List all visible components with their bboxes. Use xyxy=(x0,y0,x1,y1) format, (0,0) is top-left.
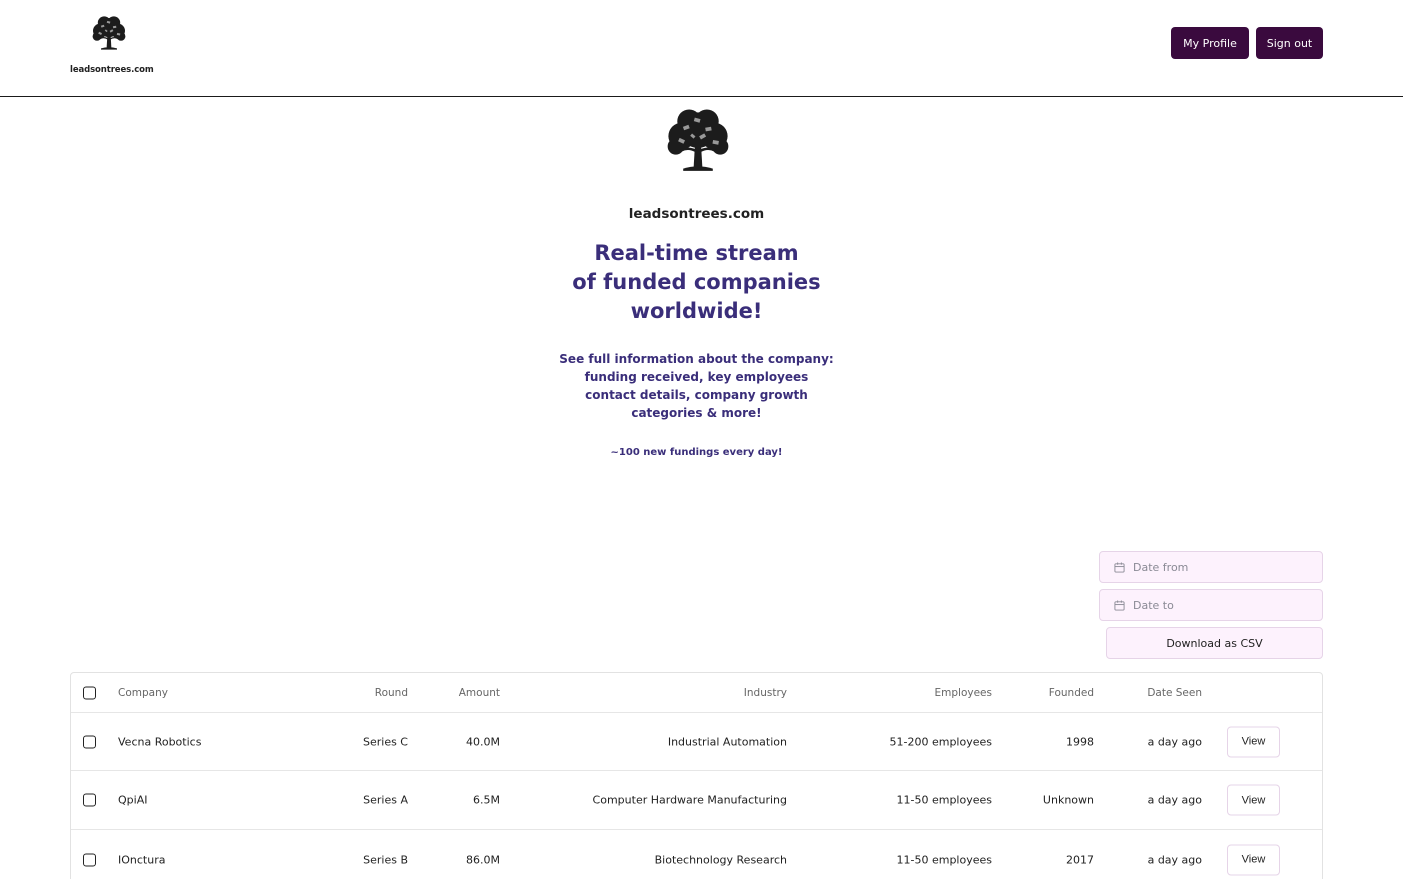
view-button[interactable]: View xyxy=(1227,784,1280,816)
table-row: IOnctura Series B 86.0M Biotechnology Re… xyxy=(71,830,1322,879)
fundings-per-day-note: ~100 new fundings every day! xyxy=(610,447,783,458)
amount-cell: 6.5M xyxy=(473,793,500,807)
my-profile-button[interactable]: My Profile xyxy=(1171,27,1249,59)
column-header-industry[interactable]: Industry xyxy=(744,687,787,699)
company-cell: Vecna Robotics xyxy=(118,735,202,748)
select-all-checkbox[interactable] xyxy=(83,686,96,699)
view-button[interactable]: View xyxy=(1227,844,1280,875)
round-cell: Series C xyxy=(362,735,408,748)
hero-title-line: of funded companies xyxy=(572,270,821,294)
date-from-input[interactable]: Date from xyxy=(1099,551,1323,583)
hero-subtitle-line: funding received, key employees xyxy=(584,370,809,384)
hero-subtitle-line: See full information about the company: xyxy=(559,352,834,366)
top-navbar: leadsontrees.com My Profile Sign out xyxy=(0,0,1403,97)
employees-cell: 11-50 employees xyxy=(896,853,993,866)
row-checkbox[interactable] xyxy=(83,853,96,866)
date-from-placeholder: Date from xyxy=(1133,560,1189,574)
company-cell: IOnctura xyxy=(118,853,166,866)
amount-cell: 86.0M xyxy=(466,853,500,866)
brand-name: leadsontrees.com xyxy=(70,65,154,75)
employees-cell: 51-200 employees xyxy=(889,735,993,748)
column-header-founded[interactable]: Founded xyxy=(1049,687,1094,699)
hero-title-line: worldwide! xyxy=(630,299,763,323)
sign-out-button[interactable]: Sign out xyxy=(1256,27,1323,59)
hero-title-line: Real-time stream xyxy=(594,241,799,265)
round-cell: Series A xyxy=(363,793,408,807)
view-button[interactable]: View xyxy=(1227,726,1280,757)
founded-cell: 1998 xyxy=(1066,735,1094,748)
industry-cell: Industrial Automation xyxy=(667,735,787,748)
calendar-icon xyxy=(1114,599,1125,611)
column-header-company[interactable]: Company xyxy=(118,687,168,699)
row-checkbox[interactable] xyxy=(83,735,96,748)
tree-logo-icon xyxy=(89,14,129,54)
row-checkbox[interactable] xyxy=(83,793,96,807)
fundings-table: Company Round Amount Industry Employees … xyxy=(70,672,1323,879)
date-seen-cell: a day ago xyxy=(1147,853,1202,866)
tree-logo-icon xyxy=(661,104,735,180)
industry-cell: Computer Hardware Manufacturing xyxy=(592,793,787,807)
brand-link[interactable]: leadsontrees.com xyxy=(70,14,154,75)
table-row: QpiAI Series A 6.5M Computer Hardware Ma… xyxy=(71,771,1322,830)
column-header-date-seen[interactable]: Date Seen xyxy=(1147,687,1202,699)
date-seen-cell: a day ago xyxy=(1147,735,1202,748)
amount-cell: 40.0M xyxy=(466,735,500,748)
table-row: Vecna Robotics Series C 40.0M Industrial… xyxy=(71,713,1322,771)
founded-cell: Unknown xyxy=(1042,793,1094,807)
calendar-icon xyxy=(1114,561,1125,573)
hero-title: Real-time stream of funded companies wor… xyxy=(0,239,1393,326)
column-header-amount[interactable]: Amount xyxy=(459,687,500,699)
founded-cell: 2017 xyxy=(1066,853,1094,866)
date-to-placeholder: Date to xyxy=(1133,598,1174,612)
employees-cell: 11-50 employees xyxy=(896,793,993,807)
industry-cell: Biotechnology Research xyxy=(654,853,787,866)
column-header-round[interactable]: Round xyxy=(375,687,408,699)
hero-subtitle: See full information about the company: … xyxy=(0,350,1393,422)
hero-site-name: leadsontrees.com xyxy=(628,206,765,222)
column-header-employees[interactable]: Employees xyxy=(935,687,992,699)
hero-subtitle-line: contact details, company growth xyxy=(585,388,808,402)
company-cell: QpiAI xyxy=(118,793,148,807)
download-csv-button[interactable]: Download as CSV xyxy=(1106,627,1323,659)
table-header-row: Company Round Amount Industry Employees … xyxy=(71,673,1322,713)
hero-subtitle-line: categories & more! xyxy=(631,406,762,420)
round-cell: Series B xyxy=(363,853,408,866)
date-seen-cell: a day ago xyxy=(1147,793,1202,807)
date-to-input[interactable]: Date to xyxy=(1099,589,1323,621)
